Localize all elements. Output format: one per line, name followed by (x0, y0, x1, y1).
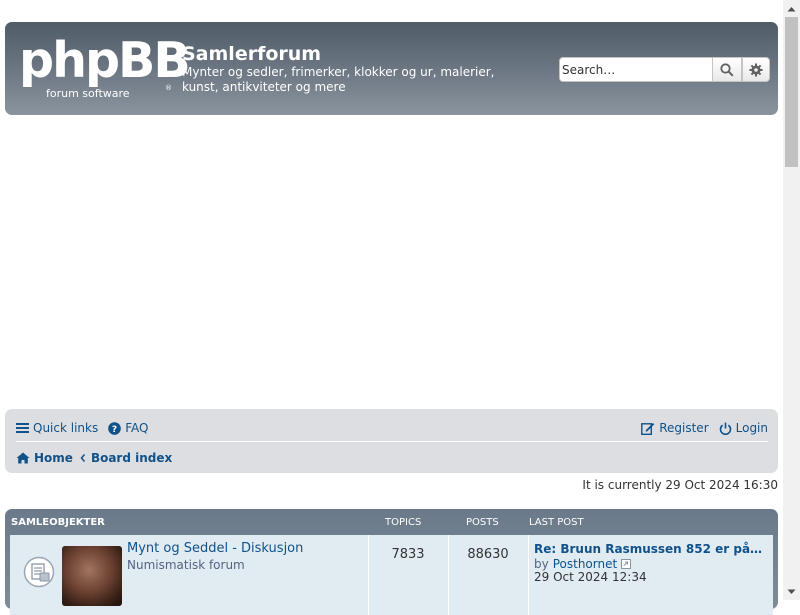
advanced-search-button[interactable] (742, 57, 770, 82)
svg-text:?: ? (112, 425, 117, 435)
navbar: Quick links ? FAQ Register Login Home Bo… (5, 409, 778, 473)
scroll-up-button[interactable] (783, 0, 800, 17)
home-icon (16, 452, 30, 464)
column-topics: TOPICS (385, 517, 422, 528)
current-time: It is currently 29 Oct 2024 16:30 (582, 478, 778, 492)
scroll-down-button[interactable] (783, 583, 800, 600)
breadcrumb: Home Board index (16, 448, 768, 468)
question-circle-icon: ? (108, 421, 122, 435)
last-post-by-prefix: by (534, 557, 549, 571)
column-divider (528, 535, 529, 615)
view-latest-post-icon[interactable] (621, 559, 632, 569)
navbar-divider (16, 441, 768, 442)
last-post-author-link[interactable]: Posthornet (553, 557, 617, 571)
logo-text: phpBB (19, 32, 191, 89)
search-button[interactable] (712, 57, 742, 82)
gear-icon (749, 63, 763, 76)
logo-subtext: forum software (46, 87, 130, 100)
forum-posts-count: 88630 (467, 547, 509, 562)
arrow-down-icon (787, 589, 796, 594)
site-header: phpBB forum software ® Samlerforum Mynte… (5, 22, 778, 115)
forum-topics-count: 7833 (391, 547, 425, 562)
quick-links-label: Quick links (33, 421, 99, 435)
breadcrumb-board-index[interactable]: Board index (79, 451, 172, 465)
column-last-post: LAST POST (529, 517, 584, 528)
breadcrumb-board-index-label: Board index (90, 451, 173, 465)
site-logo[interactable]: phpBB forum software ® (19, 36, 191, 101)
last-post-date: 29 Oct 2024 12:34 (534, 570, 647, 584)
breadcrumb-home[interactable]: Home (16, 451, 73, 465)
forum-read-icon (23, 556, 55, 588)
menu-icon (16, 423, 29, 433)
register-link[interactable]: Register (641, 421, 709, 435)
quick-links-button[interactable]: Quick links (16, 421, 98, 435)
category-title[interactable]: SAMLEOBJEKTER (11, 517, 105, 528)
arrow-up-icon (787, 6, 796, 11)
scrollbar-thumb[interactable] (785, 17, 798, 167)
forum-image-coin[interactable] (62, 546, 122, 606)
register-label: Register (659, 421, 709, 435)
search-icon (720, 62, 734, 77)
login-label: Login (735, 421, 768, 435)
last-post-byline: by Posthornet (534, 557, 632, 571)
logo-registered-mark: ® (165, 84, 172, 92)
last-post-title-link[interactable]: Re: Bruun Rasmussen 852 er på… (534, 542, 762, 556)
power-icon (719, 422, 731, 435)
nav-links-row: Quick links ? FAQ Register Login (16, 418, 768, 438)
search-input[interactable] (559, 57, 712, 82)
forum-category: SAMLEOBJEKTER TOPICS POSTS LAST POST Myn… (5, 509, 778, 615)
forum-description: Numismatisk forum (127, 558, 245, 572)
column-posts: POSTS (466, 517, 499, 528)
ad-space (5, 122, 778, 402)
breadcrumb-home-label: Home (34, 451, 73, 465)
faq-link[interactable]: ? FAQ (108, 421, 148, 435)
login-link[interactable]: Login (719, 421, 768, 435)
search-box (559, 57, 770, 82)
forum-title-link[interactable]: Mynt og Seddel - Diskusjon (127, 541, 303, 556)
site-title[interactable]: Samlerforum (182, 43, 321, 65)
vertical-scrollbar[interactable] (783, 0, 800, 600)
edit-icon (641, 422, 655, 435)
chevron-left-icon (80, 454, 86, 462)
faq-label: FAQ (125, 421, 149, 435)
forum-category-header: SAMLEOBJEKTER TOPICS POSTS LAST POST (5, 509, 778, 535)
forum-row: Mynt og Seddel - Diskusjon Numismatisk f… (10, 535, 773, 615)
site-description: Mynter og sedler, frimerker, klokker og … (182, 65, 495, 94)
